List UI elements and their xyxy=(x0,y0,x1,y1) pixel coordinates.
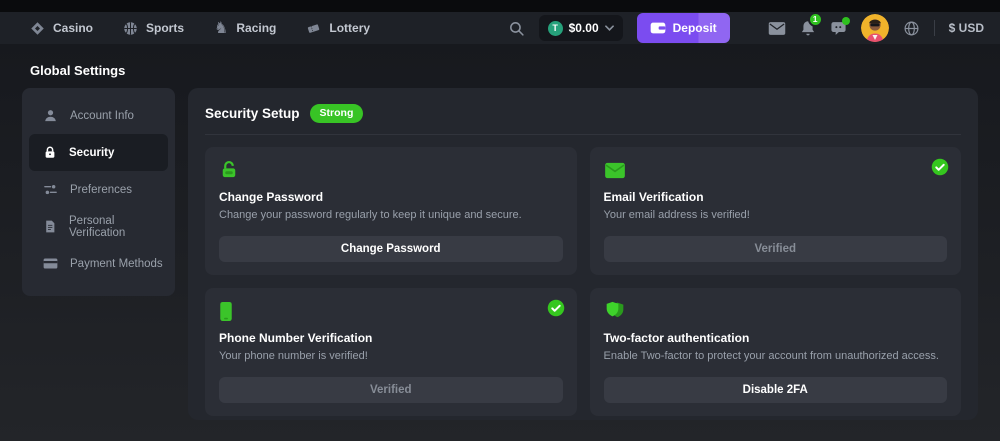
lock-icon xyxy=(43,145,57,160)
disable-2fa-button[interactable]: Disable 2FA xyxy=(604,377,948,403)
notifications-bell-icon[interactable]: 1 xyxy=(800,20,816,37)
sidebar-item-security[interactable]: Security xyxy=(29,134,168,171)
settings-page: Global Settings Account Info Security Pr… xyxy=(0,44,1000,441)
topbar-divider xyxy=(934,20,935,36)
card-description: Enable Two-factor to protect your accoun… xyxy=(604,350,948,362)
card-title: Two-factor authentication xyxy=(604,331,948,345)
deposit-button[interactable]: Deposit xyxy=(637,13,730,43)
verified-check-icon xyxy=(547,299,565,322)
nav-sports[interactable]: Sports xyxy=(123,21,184,36)
search-icon[interactable] xyxy=(508,20,525,37)
phone-verified-button[interactable]: Verified xyxy=(219,377,563,403)
wallet-icon xyxy=(650,21,666,35)
two-factor-card: Two-factor authentication Enable Two-fac… xyxy=(590,288,962,416)
topbar-right-cluster: T $0.00 Deposit 1 xyxy=(508,13,984,43)
notification-count-badge: 1 xyxy=(808,12,823,27)
horse-icon: ♞ xyxy=(214,20,228,36)
change-password-button[interactable]: Change Password xyxy=(219,236,563,262)
card-title: Change Password xyxy=(219,190,563,204)
card-description: Your email address is verified! xyxy=(604,209,948,221)
header-divider xyxy=(205,134,961,135)
nav-lottery[interactable]: Lottery xyxy=(306,21,370,36)
card-description: Your phone number is verified! xyxy=(219,350,563,362)
app-window: Casino Sports ♞ Racing Lottery xyxy=(0,0,1000,441)
card-title: Email Verification xyxy=(604,190,948,204)
nav-label: Casino xyxy=(53,21,93,35)
nav-label: Sports xyxy=(146,21,184,35)
casino-diamond-icon xyxy=(30,21,45,36)
padlock-icon xyxy=(219,159,563,181)
deposit-label: Deposit xyxy=(673,21,717,35)
nav-casino[interactable]: Casino xyxy=(30,21,93,36)
chat-icon[interactable] xyxy=(830,20,847,37)
sidebar-item-label: Account Info xyxy=(70,110,134,122)
card-description: Change your password regularly to keep i… xyxy=(219,209,563,221)
wallet-balance-selector[interactable]: T $0.00 xyxy=(539,15,623,41)
sidebar-item-preferences[interactable]: Preferences xyxy=(29,171,168,208)
security-cards-grid: Change Password Change your password reg… xyxy=(205,147,961,416)
balance-amount: $0.00 xyxy=(569,21,599,35)
security-setup-panel: Security Setup Strong Change Password Ch… xyxy=(188,88,978,420)
primary-nav: Casino Sports ♞ Racing Lottery xyxy=(30,20,370,36)
envelope-icon xyxy=(604,159,948,181)
settings-sidebar: Account Info Security Preferences Person… xyxy=(22,88,175,296)
sidebar-item-account-info[interactable]: Account Info xyxy=(29,97,168,134)
sidebar-item-label: Security xyxy=(69,147,114,159)
tether-coin-icon: T xyxy=(548,21,563,36)
sidebar-item-payment-methods[interactable]: Payment Methods xyxy=(29,245,168,282)
credit-card-icon xyxy=(43,257,58,270)
sliders-icon xyxy=(43,182,58,197)
card-title: Phone Number Verification xyxy=(219,331,563,345)
page-title: Global Settings xyxy=(30,63,125,78)
currency-selector[interactable]: $ USD xyxy=(949,21,984,35)
chevron-down-icon xyxy=(605,25,614,31)
email-verified-button[interactable]: Verified xyxy=(604,236,948,262)
verified-check-icon xyxy=(931,158,949,181)
panel-title: Security Setup xyxy=(205,106,300,121)
phone-verification-card: Phone Number Verification Your phone num… xyxy=(205,288,577,416)
ticket-icon xyxy=(306,21,321,36)
user-avatar[interactable] xyxy=(861,14,889,42)
security-strength-badge: Strong xyxy=(310,104,364,123)
shields-icon xyxy=(604,300,948,322)
document-icon xyxy=(43,219,57,234)
sidebar-item-label: Preferences xyxy=(70,184,132,196)
language-globe-icon[interactable] xyxy=(903,20,920,37)
phone-icon xyxy=(219,300,563,322)
sidebar-item-label: Payment Methods xyxy=(70,258,163,270)
basketball-icon xyxy=(123,21,138,36)
chat-online-dot xyxy=(842,17,850,25)
panel-header: Security Setup Strong xyxy=(205,104,961,123)
top-navbar: Casino Sports ♞ Racing Lottery xyxy=(0,12,1000,44)
email-verification-card: Email Verification Your email address is… xyxy=(590,147,962,275)
nav-label: Lottery xyxy=(329,21,370,35)
nav-label: Racing xyxy=(236,21,276,35)
user-icon xyxy=(43,108,58,123)
sidebar-item-label: Personal Verification xyxy=(69,215,168,239)
sidebar-item-personal-verification[interactable]: Personal Verification xyxy=(29,208,168,245)
mail-icon[interactable] xyxy=(768,21,786,36)
change-password-card: Change Password Change your password reg… xyxy=(205,147,577,275)
nav-racing[interactable]: ♞ Racing xyxy=(214,20,276,36)
